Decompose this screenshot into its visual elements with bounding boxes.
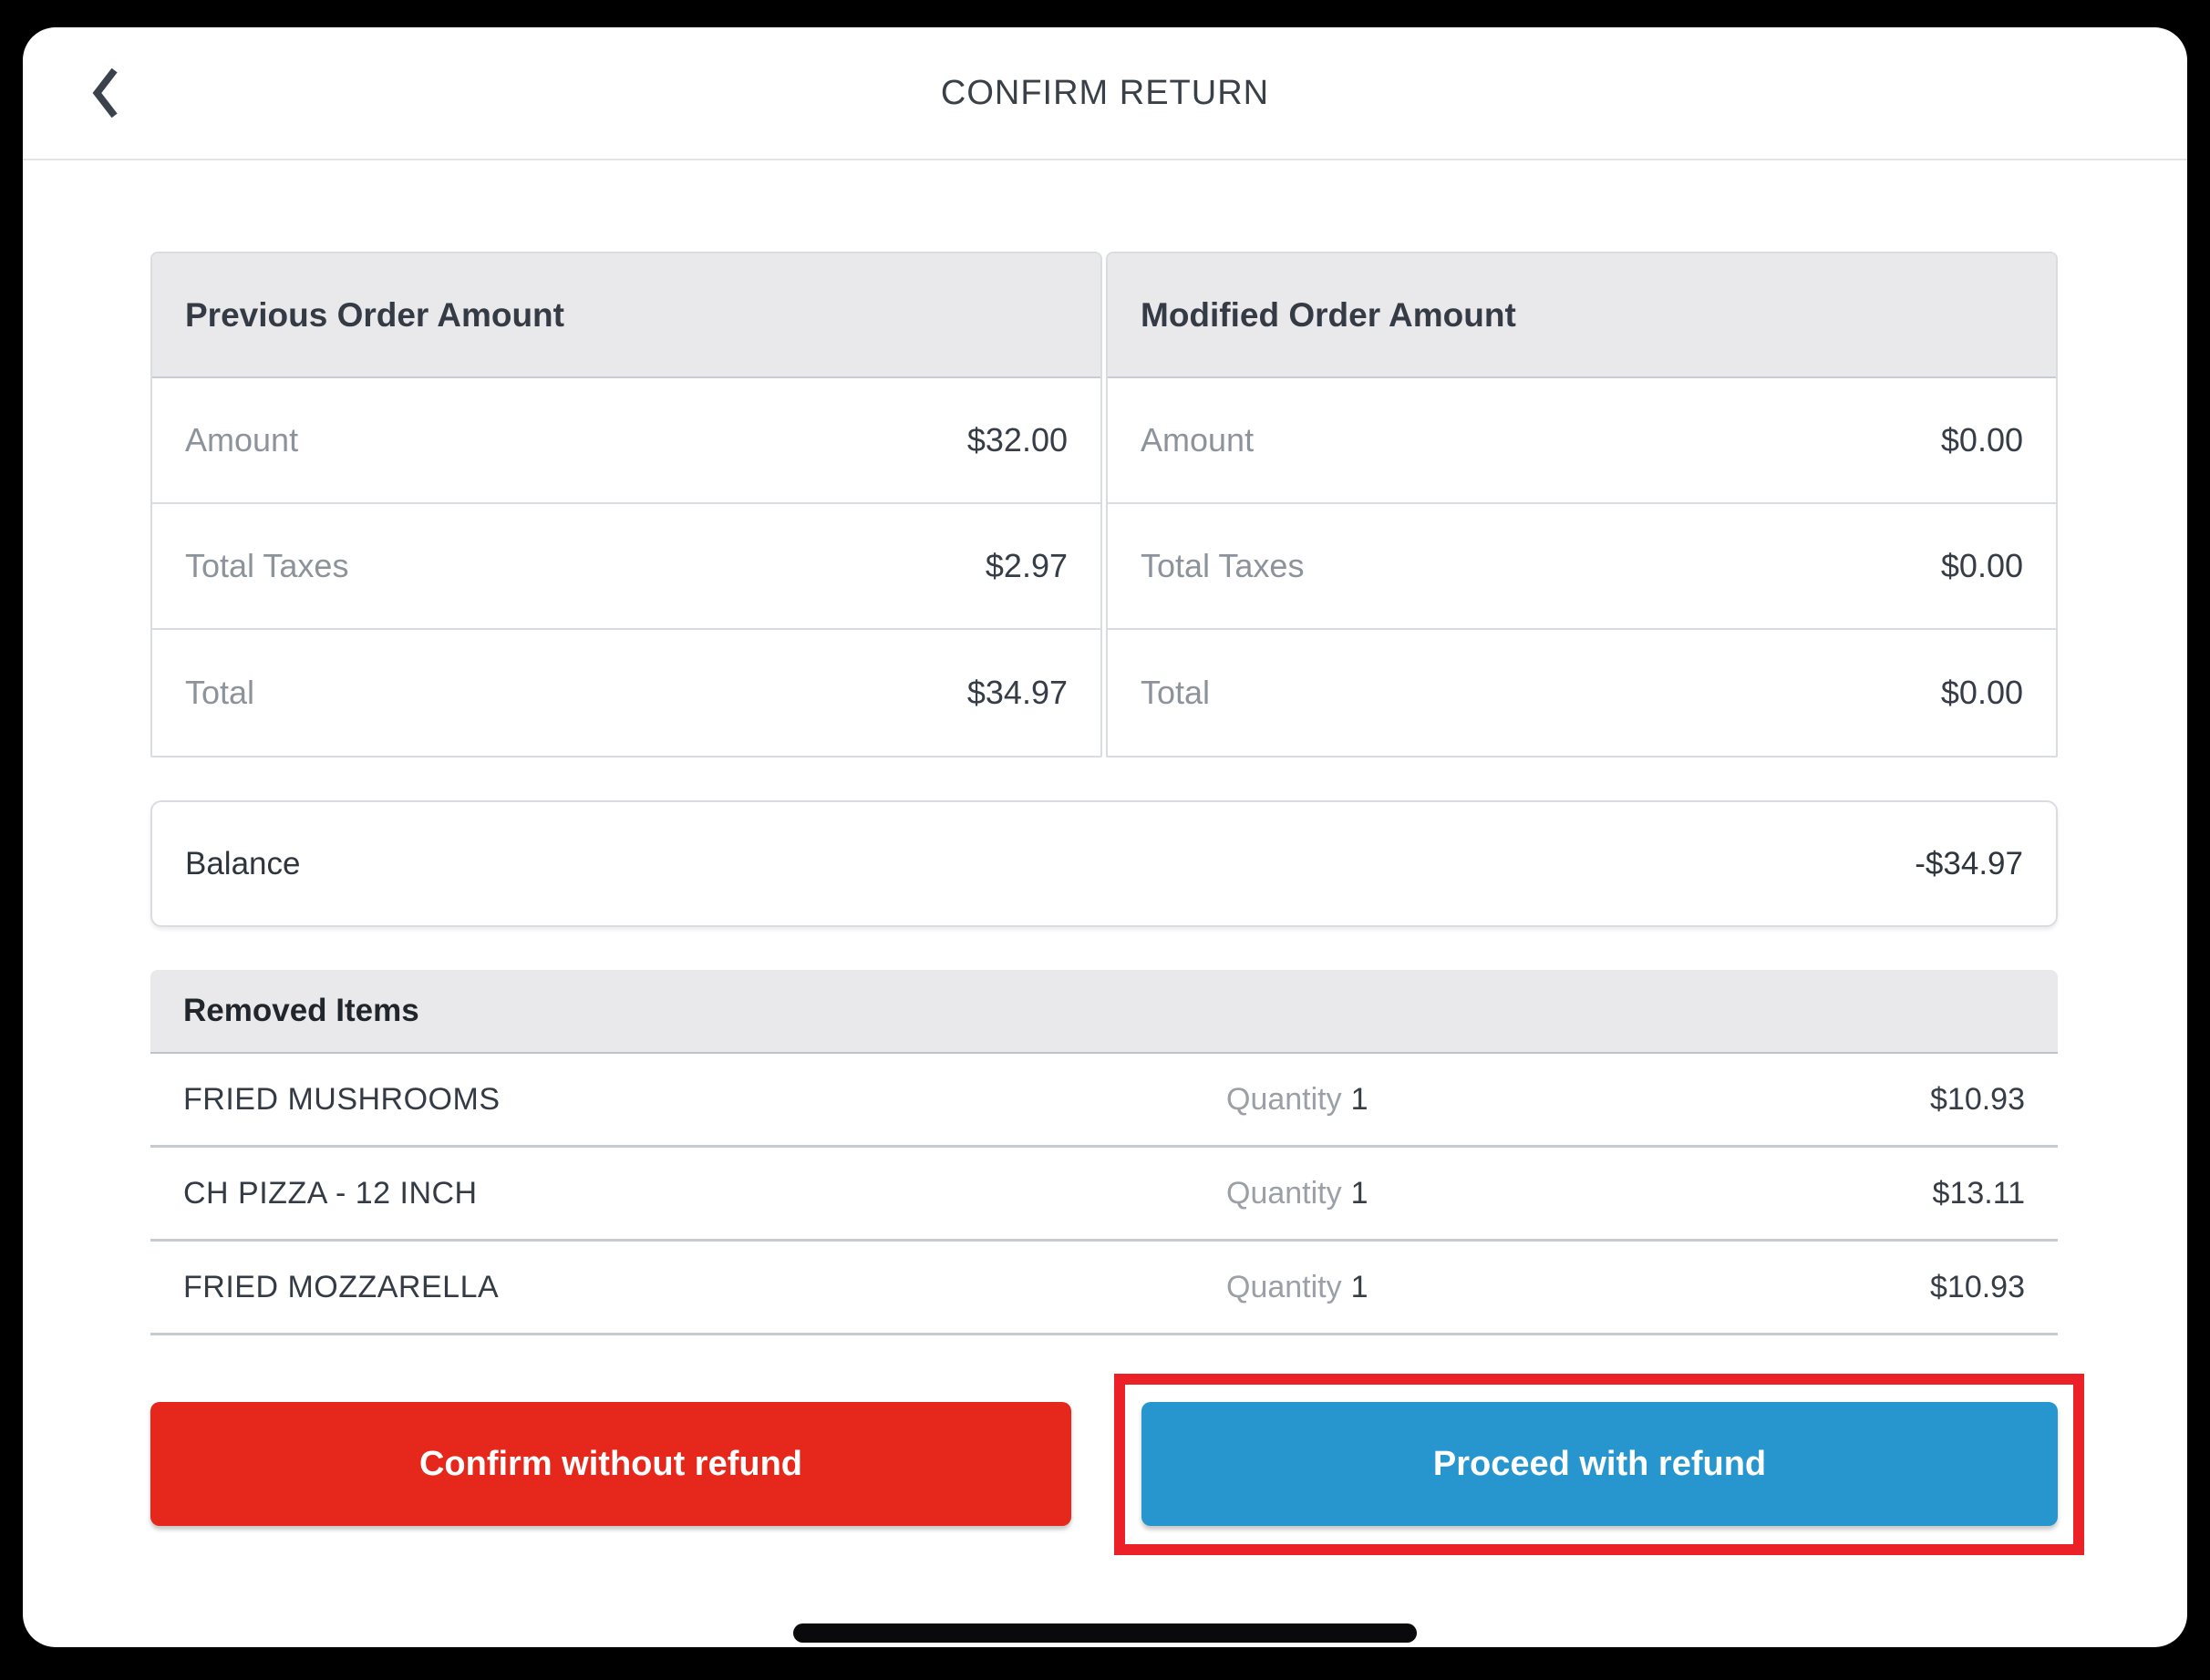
- table-row: Amount $0.00: [1108, 378, 2056, 504]
- previous-order-table: Previous Order Amount Amount $32.00 Tota…: [150, 252, 1102, 758]
- quantity-label: Quantity: [1226, 1270, 1342, 1304]
- row-value: $0.00: [1941, 421, 2023, 459]
- quantity-label: Quantity: [1226, 1176, 1342, 1211]
- home-indicator-bar[interactable]: [793, 1623, 1417, 1643]
- quantity-label: Quantity: [1226, 1082, 1342, 1117]
- removed-item-row: FRIED MOZZARELLA Quantity 1 $10.93: [150, 1242, 2058, 1335]
- proceed-with-refund-button[interactable]: Proceed with refund: [1141, 1402, 2058, 1526]
- quantity-value: 1: [1351, 1082, 1368, 1117]
- back-button[interactable]: [65, 53, 147, 135]
- row-label: Amount: [185, 421, 298, 459]
- row-value: $0.00: [1941, 547, 2023, 585]
- item-quantity: Quantity 1: [1226, 1082, 1609, 1118]
- item-quantity: Quantity 1: [1226, 1176, 1609, 1211]
- row-label: Total: [1141, 674, 1210, 712]
- item-quantity: Quantity 1: [1226, 1270, 1609, 1305]
- table-row: Total Taxes $2.97: [152, 504, 1100, 630]
- chevron-left-icon: [85, 64, 127, 125]
- row-value: $2.97: [986, 547, 1068, 585]
- balance-value: -$34.97: [1915, 846, 2023, 882]
- item-price: $10.93: [1609, 1082, 2025, 1118]
- item-name: CH PIZZA - 12 INCH: [183, 1176, 1226, 1211]
- balance-label: Balance: [185, 846, 300, 882]
- previous-order-table-header: Previous Order Amount: [152, 253, 1100, 378]
- table-row: Total Taxes $0.00: [1108, 504, 2056, 630]
- header-bar: CONFIRM RETURN: [23, 27, 2187, 160]
- item-price: $13.11: [1609, 1176, 2025, 1211]
- removed-items-section: Removed Items FRIED MUSHROOMS Quantity 1 …: [150, 970, 2058, 1335]
- confirm-return-screen: CONFIRM RETURN Previous Order Amount Amo…: [23, 27, 2187, 1647]
- item-name: FRIED MUSHROOMS: [183, 1082, 1226, 1118]
- quantity-value: 1: [1351, 1270, 1368, 1304]
- quantity-value: 1: [1351, 1176, 1368, 1211]
- balance-summary: Balance -$34.97: [150, 800, 2058, 927]
- item-price: $10.93: [1609, 1270, 2025, 1305]
- order-comparison: Previous Order Amount Amount $32.00 Tota…: [150, 252, 2058, 758]
- confirm-without-refund-button[interactable]: Confirm without refund: [150, 1402, 1071, 1526]
- row-label: Amount: [1141, 421, 1254, 459]
- row-value: $32.00: [967, 421, 1068, 459]
- row-label: Total Taxes: [1141, 547, 1304, 585]
- table-row: Total $0.00: [1108, 630, 2056, 756]
- page-title: CONFIRM RETURN: [941, 74, 1269, 113]
- item-name: FRIED MOZZARELLA: [183, 1270, 1226, 1305]
- modified-order-table: Modified Order Amount Amount $0.00 Total…: [1106, 252, 2058, 758]
- removed-item-row: CH PIZZA - 12 INCH Quantity 1 $13.11: [150, 1148, 2058, 1242]
- row-value: $34.97: [967, 674, 1068, 712]
- row-label: Total Taxes: [185, 547, 348, 585]
- row-value: $0.00: [1941, 674, 2023, 712]
- removed-items-header: Removed Items: [150, 970, 2058, 1054]
- removed-item-row: FRIED MUSHROOMS Quantity 1 $10.93: [150, 1054, 2058, 1148]
- table-row: Total $34.97: [152, 630, 1100, 756]
- modified-order-table-header: Modified Order Amount: [1108, 253, 2056, 378]
- row-label: Total: [185, 674, 254, 712]
- table-row: Amount $32.00: [152, 378, 1100, 504]
